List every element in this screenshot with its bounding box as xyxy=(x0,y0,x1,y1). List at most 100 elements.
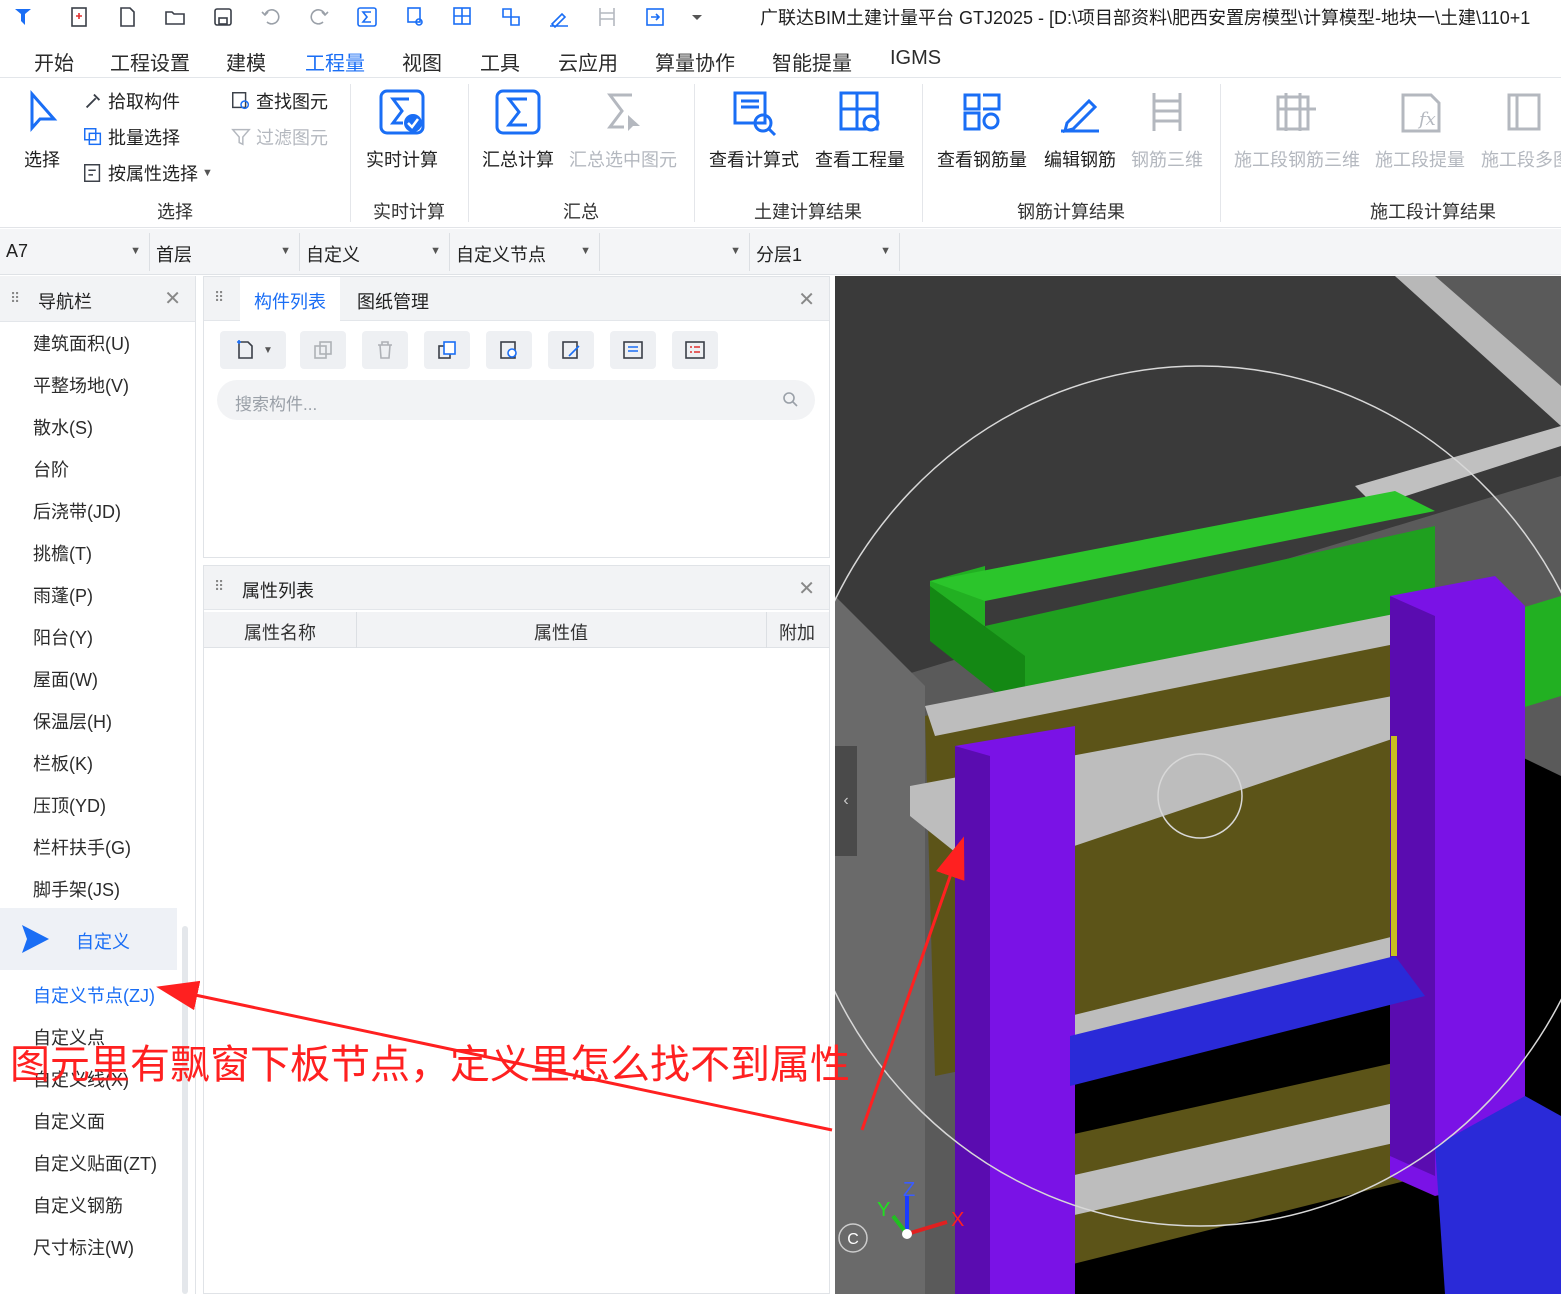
nav-scrollbar[interactable] xyxy=(182,926,188,1294)
view-rebar-icon[interactable] xyxy=(498,4,524,30)
close-icon[interactable]: ✕ xyxy=(164,286,181,311)
column-divider[interactable] xyxy=(766,612,767,648)
drag-grip-icon[interactable]: ⠿ xyxy=(214,578,224,595)
tab-component-list[interactable]: 构件列表 xyxy=(240,277,340,321)
stage-extract-button[interactable]: fx 施工段提量 xyxy=(1372,84,1468,172)
new-project-icon[interactable] xyxy=(66,4,92,30)
3d-viewport[interactable]: C X Y Z ‹ xyxy=(835,276,1561,1294)
view-quantity-button[interactable]: 查看工程量 xyxy=(812,84,908,172)
summary-calc-button[interactable]: 汇总计算 xyxy=(478,84,558,172)
new-file-icon[interactable] xyxy=(114,4,140,30)
list-view-button[interactable] xyxy=(672,331,718,369)
nav-item-steps[interactable]: 台阶 xyxy=(33,456,69,482)
tab-quantity[interactable]: 工程量 xyxy=(303,47,367,85)
open-folder-icon[interactable] xyxy=(162,4,188,30)
view-rebar-button[interactable]: 查看钢筋量 xyxy=(934,84,1030,172)
view-rebar-icon xyxy=(954,84,1010,140)
close-icon[interactable]: ✕ xyxy=(798,576,815,601)
column-header-name[interactable]: 属性名称 xyxy=(244,619,316,645)
customize-quick-access-icon[interactable] xyxy=(684,4,710,30)
nav-item-eaves[interactable]: 挑檐(T) xyxy=(33,540,92,566)
nav-item-apron[interactable]: 散水(S) xyxy=(33,414,93,440)
3d-model-scene[interactable]: C X Y Z xyxy=(835,276,1561,1294)
nav-item-site-leveling[interactable]: 平整场地(V) xyxy=(33,372,129,398)
rebar-3d-icon[interactable] xyxy=(594,4,620,30)
sync-icon[interactable] xyxy=(642,4,668,30)
component-selector[interactable]: ▼ xyxy=(600,233,750,271)
edit-rebar-icon[interactable] xyxy=(546,4,572,30)
tab-project-settings[interactable]: 工程设置 xyxy=(110,47,190,76)
nav-group-custom[interactable]: 自定义 xyxy=(0,908,177,970)
column-header-extra[interactable]: 附加 xyxy=(779,619,815,645)
nav-item-dimension[interactable]: 尺寸标注(W) xyxy=(33,1234,134,1260)
undo-icon[interactable] xyxy=(258,4,284,30)
axis-selector[interactable]: A7 ▼ xyxy=(0,233,150,271)
close-icon[interactable]: ✕ xyxy=(798,287,815,312)
column-header-value[interactable]: 属性值 xyxy=(534,619,588,645)
batch-select-icon xyxy=(84,128,102,146)
floor-selector[interactable]: 首层 ▼ xyxy=(150,233,300,271)
view-formula-icon[interactable] xyxy=(402,4,428,30)
nav-item-post-pour-strip[interactable]: 后浇带(JD) xyxy=(33,498,121,524)
tab-igms[interactable]: IGMS xyxy=(890,47,941,70)
subtype-selector[interactable]: 自定义节点 ▼ xyxy=(450,233,600,271)
tab-modeling[interactable]: 建模 xyxy=(226,47,266,76)
tab-collaboration[interactable]: 算量协作 xyxy=(655,47,735,76)
nav-item-parapet-panel[interactable]: 栏板(K) xyxy=(33,750,93,776)
nav-item-custom-rebar[interactable]: 自定义钢筋 xyxy=(33,1192,123,1218)
select-by-attribute-button[interactable]: 按属性选择 ▼ xyxy=(82,160,213,186)
summary-selected-button[interactable]: 汇总选中图元 xyxy=(566,84,680,172)
sum-calc-icon[interactable] xyxy=(354,4,380,30)
tab-tools[interactable]: 工具 xyxy=(480,47,520,76)
stage-rebar-3d-button[interactable]: 施工段钢筋三维 xyxy=(1230,84,1364,172)
stage-multi-button[interactable]: 施工段多图 xyxy=(1476,84,1561,172)
property-view-button[interactable] xyxy=(610,331,656,369)
drag-grip-icon[interactable]: ⠿ xyxy=(10,290,20,307)
tab-drawing-management[interactable]: 图纸管理 xyxy=(343,277,443,321)
drag-grip-icon[interactable]: ⠿ xyxy=(214,289,224,306)
layer-copy-button[interactable] xyxy=(424,331,470,369)
delete-component-button[interactable] xyxy=(362,331,408,369)
panel-collapse-toggle[interactable]: ‹ xyxy=(835,746,857,856)
view-formula-button[interactable]: 查看计算式 xyxy=(706,84,802,172)
component-search-input[interactable]: 搜索构件... xyxy=(217,380,815,420)
find-element-button[interactable]: 查找图元 xyxy=(230,88,328,114)
view-quantity-icon[interactable] xyxy=(450,4,476,30)
tab-start[interactable]: 开始 xyxy=(34,47,74,76)
tab-view[interactable]: 视图 xyxy=(402,47,442,76)
tab-cloud-apps[interactable]: 云应用 xyxy=(558,47,618,76)
layer-selector[interactable]: 分层1 ▼ xyxy=(750,233,900,271)
pick-component-button[interactable]: 拾取构件 xyxy=(82,88,180,114)
query-icon xyxy=(500,341,517,359)
select-button[interactable]: 选择 xyxy=(14,84,70,172)
tab-smart-extract[interactable]: 智能提量 xyxy=(772,47,852,76)
nav-item-scaffold[interactable]: 脚手架(JS) xyxy=(33,876,120,902)
group-label-civil: 土建计算结果 xyxy=(754,202,862,222)
nav-item-insulation[interactable]: 保温层(H) xyxy=(33,708,112,734)
column-divider[interactable] xyxy=(356,612,357,648)
redo-icon[interactable] xyxy=(306,4,332,30)
copy-component-button[interactable] xyxy=(300,331,346,369)
nav-item-coping[interactable]: 压顶(YD) xyxy=(33,792,106,818)
nav-item-building-area[interactable]: 建筑面积(U) xyxy=(33,330,130,356)
nav-item-custom-node[interactable]: 自定义节点(ZJ) xyxy=(33,982,155,1008)
edit-component-button[interactable] xyxy=(548,331,594,369)
search-icon[interactable] xyxy=(781,390,799,408)
nav-item-roof[interactable]: 屋面(W) xyxy=(33,666,98,692)
app-logo-icon[interactable] xyxy=(10,4,36,30)
new-component-button[interactable]: ▼ xyxy=(220,331,286,369)
nav-item-canopy[interactable]: 雨蓬(P) xyxy=(33,582,93,608)
edit-rebar-button[interactable]: 编辑钢筋 xyxy=(1040,84,1120,172)
nav-item-railing[interactable]: 栏杆扶手(G) xyxy=(33,834,131,860)
rebar-3d-button[interactable]: 钢筋三维 xyxy=(1128,84,1206,172)
dropdown-caret-icon: ▼ xyxy=(430,245,441,257)
nav-item-balcony[interactable]: 阳台(Y) xyxy=(33,624,93,650)
filter-element-button[interactable]: 过滤图元 xyxy=(230,124,328,150)
realtime-calc-button[interactable]: 实时计算 xyxy=(362,84,442,172)
type-selector[interactable]: 自定义 ▼ xyxy=(300,233,450,271)
nav-item-custom-face[interactable]: 自定义面 xyxy=(33,1108,105,1134)
batch-select-button[interactable]: 批量选择 xyxy=(82,124,180,150)
query-component-button[interactable] xyxy=(486,331,532,369)
save-icon[interactable] xyxy=(210,4,236,30)
nav-item-custom-overlay[interactable]: 自定义贴面(ZT) xyxy=(33,1150,157,1176)
